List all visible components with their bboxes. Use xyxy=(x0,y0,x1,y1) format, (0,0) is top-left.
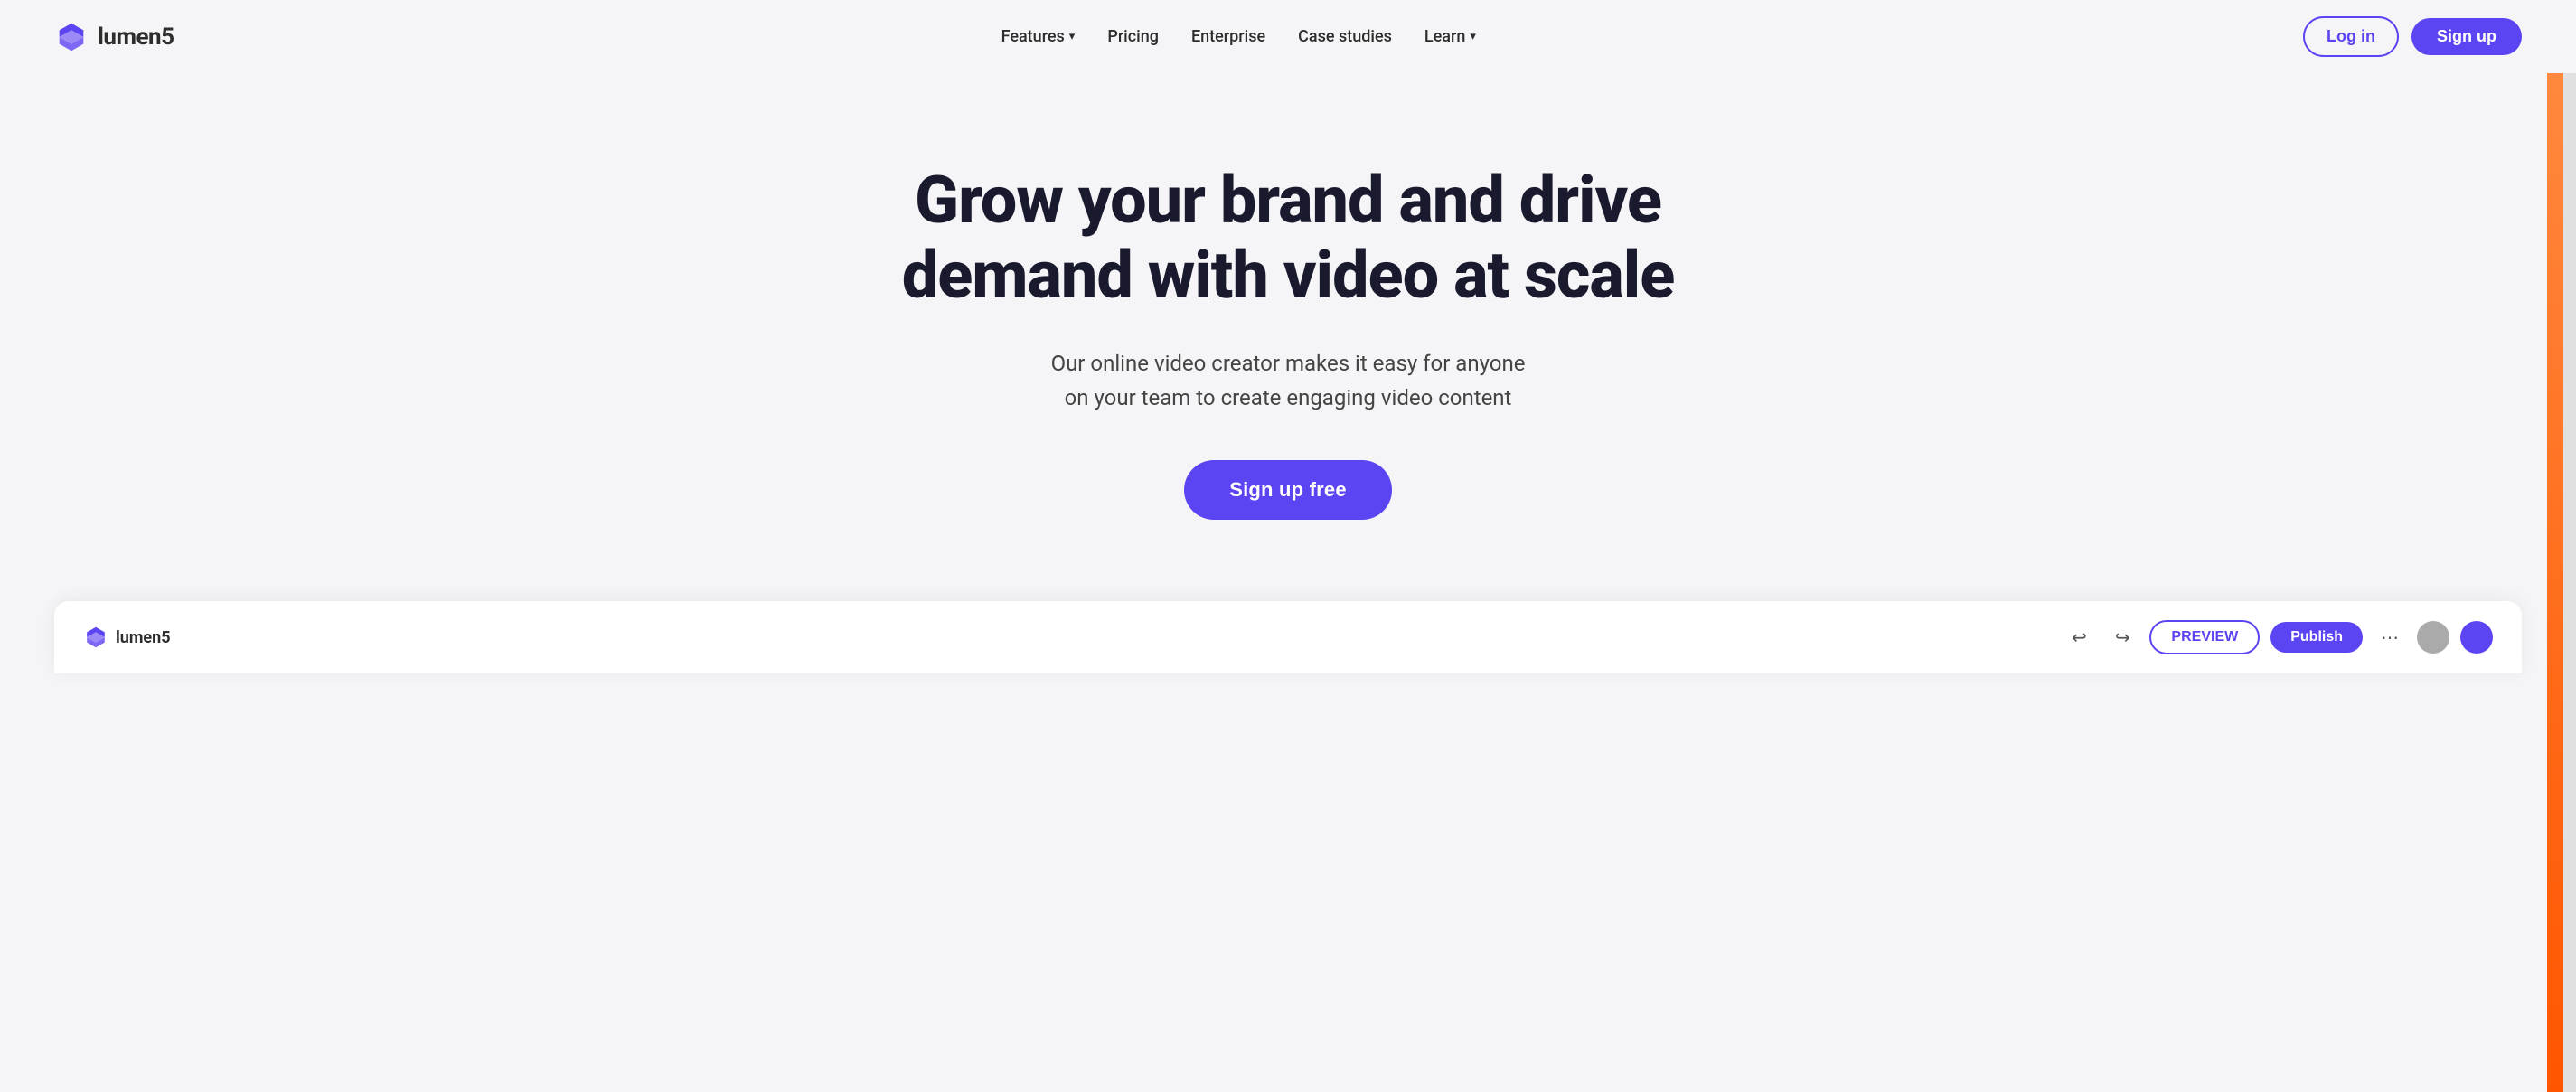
scrollbar[interactable] xyxy=(2563,0,2576,1092)
right-accent-decoration xyxy=(2547,0,2563,1092)
nav-features[interactable]: Features ▾ xyxy=(1001,27,1076,46)
preview-button[interactable]: PREVIEW xyxy=(2149,620,2260,654)
signup-free-button[interactable]: Sign up free xyxy=(1184,460,1392,520)
nav-enterprise[interactable]: Enterprise xyxy=(1191,27,1265,46)
features-chevron-icon: ▾ xyxy=(1069,30,1076,43)
signup-button[interactable]: Sign up xyxy=(2411,18,2522,55)
preview-actions: ↩ ↪ PREVIEW Publish ⋯ xyxy=(2063,620,2493,654)
redo-button[interactable]: ↪ xyxy=(2106,621,2139,654)
nav-pricing[interactable]: Pricing xyxy=(1107,27,1159,46)
hero-subtitle: Our online video creator makes it easy f… xyxy=(1051,346,1526,416)
hero-section: Grow your brand and drive demand with vi… xyxy=(0,73,2576,574)
logo[interactable]: lumen5 xyxy=(54,20,174,54)
publish-button[interactable]: Publish xyxy=(2270,622,2363,653)
navbar: lumen5 Features ▾ Pricing Enterprise Cas… xyxy=(0,0,2576,73)
lumen5-logo-icon xyxy=(54,20,89,54)
hero-title: Grow your brand and drive demand with vi… xyxy=(902,164,1675,314)
nav-learn[interactable]: Learn ▾ xyxy=(1424,27,1476,46)
avatar-2 xyxy=(2460,621,2493,654)
nav-case-studies[interactable]: Case studies xyxy=(1298,27,1392,46)
preview-lumen5-icon xyxy=(83,625,108,650)
learn-chevron-icon: ▾ xyxy=(1470,30,1476,43)
preview-logo-text: lumen5 xyxy=(116,628,171,647)
login-button[interactable]: Log in xyxy=(2303,16,2399,57)
nav-actions: Log in Sign up xyxy=(2303,16,2522,57)
undo-button[interactable]: ↩ xyxy=(2063,621,2095,654)
more-options-button[interactable]: ⋯ xyxy=(2374,621,2406,654)
preview-logo: lumen5 xyxy=(83,625,171,650)
avatar-1 xyxy=(2417,621,2449,654)
preview-strip: lumen5 ↩ ↪ PREVIEW Publish ⋯ xyxy=(54,601,2522,673)
logo-text: lumen5 xyxy=(98,24,174,51)
nav-links: Features ▾ Pricing Enterprise Case studi… xyxy=(1001,27,1476,46)
